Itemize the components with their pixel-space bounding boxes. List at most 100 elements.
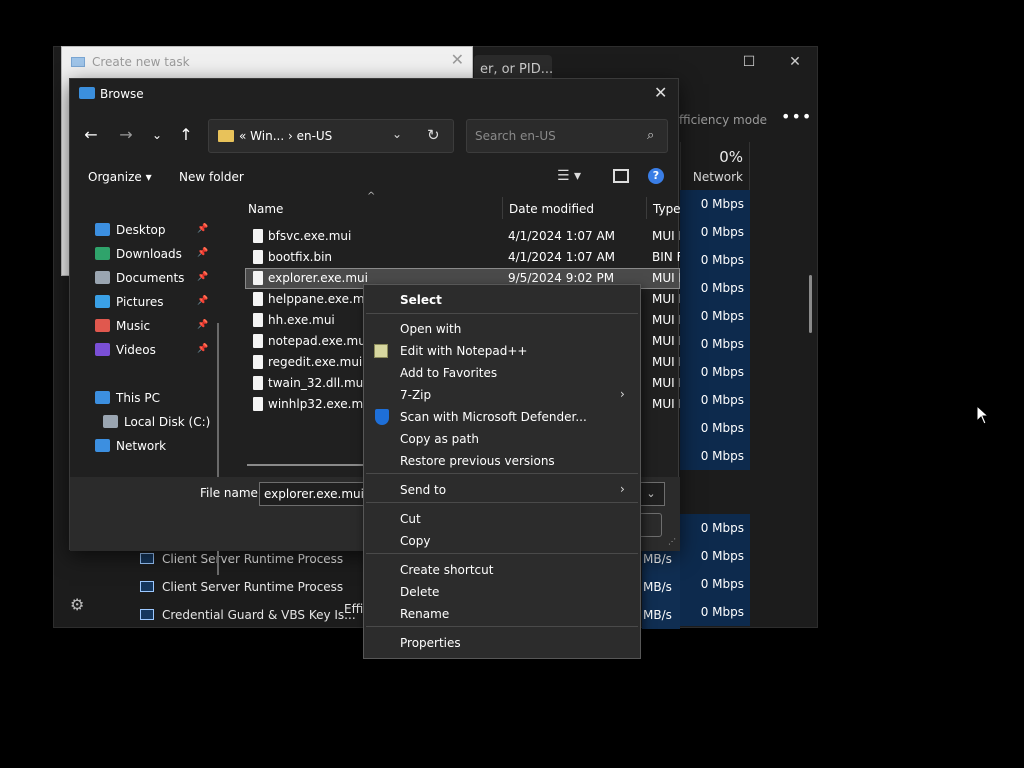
network-value-cell: 0 Mbps — [680, 386, 750, 414]
nav-item-this-pc[interactable]: This PC — [95, 387, 160, 409]
notepad-plus-plus-icon — [374, 344, 388, 358]
refresh-icon[interactable]: ↻ — [427, 126, 440, 144]
menu-item-create-shortcut[interactable]: Create shortcut — [400, 559, 493, 581]
organize-button[interactable]: Organize ▾ — [88, 170, 152, 184]
column-header-name[interactable]: Name — [248, 202, 283, 216]
file-type: MUI F — [652, 376, 680, 390]
settings-gear-icon[interactable]: ⚙ — [70, 595, 84, 614]
file-type: MUI F — [652, 313, 680, 327]
file-date-modified: 4/1/2024 1:07 AM — [508, 229, 616, 243]
back-arrow-icon[interactable]: ← — [81, 126, 101, 144]
column-divider[interactable] — [502, 197, 503, 219]
videos-icon — [95, 343, 110, 356]
menu-item-properties[interactable]: Properties — [400, 632, 461, 654]
preview-pane-icon[interactable] — [613, 169, 629, 183]
menu-item-copy[interactable]: Copy — [400, 530, 430, 552]
menu-item-select[interactable]: Select — [400, 289, 442, 311]
browse-window-icon — [79, 87, 95, 99]
nav-item-label: Network — [116, 439, 167, 453]
documents-icon — [95, 271, 110, 284]
menu-item-cut[interactable]: Cut — [400, 508, 421, 530]
network-column-header[interactable]: 0% Network — [680, 142, 750, 190]
column-header-type[interactable]: Type — [653, 202, 681, 216]
process-row[interactable]: Credential Guard & VBS Key Is... — [140, 601, 356, 629]
nav-item-videos[interactable]: Videos — [95, 339, 156, 361]
pictures-icon — [95, 295, 110, 308]
resize-grip-icon[interactable]: ⋰ — [668, 537, 676, 546]
menu-item-open-with[interactable]: Open with — [400, 318, 461, 340]
address-breadcrumb[interactable]: Win... › en-US — [250, 129, 332, 143]
network-value-cell: 0 Mbps — [680, 514, 750, 542]
nav-item-local-disk-c[interactable]: Local Disk (C:) — [103, 411, 210, 433]
address-bar[interactable]: « Win... › en-US ⌄ ↻ — [208, 119, 454, 153]
nav-item-music[interactable]: Music — [95, 315, 150, 337]
file-row[interactable]: bfsvc.exe.mui 4/1/2024 1:07 AM MUI F — [245, 226, 680, 247]
file-icon — [253, 271, 263, 285]
file-date-modified: 4/1/2024 1:07 AM — [508, 250, 616, 264]
close-icon[interactable]: ✕ — [654, 83, 667, 102]
pin-icon[interactable]: 📌 — [197, 224, 208, 234]
menu-item-send-to[interactable]: Send to — [400, 479, 446, 501]
process-icon — [140, 553, 154, 564]
close-icon[interactable]: ✕ — [780, 53, 810, 71]
horizontal-scrollbar[interactable] — [247, 464, 365, 466]
process-row[interactable]: Client Server Runtime Process — [140, 573, 343, 601]
address-path[interactable]: « Win... › en-US — [239, 129, 332, 143]
menu-item-7-zip[interactable]: 7-Zip — [400, 384, 431, 406]
column-divider[interactable] — [646, 197, 647, 219]
help-icon[interactable]: ? — [648, 168, 664, 184]
network-value-cell: 0 Mbps — [680, 274, 750, 302]
menu-item-copy-as-path[interactable]: Copy as path — [400, 428, 479, 450]
command-bar: Organize ▾ New folder ☰ ▾ ? — [70, 165, 680, 193]
pin-icon[interactable]: 📌 — [197, 248, 208, 258]
menu-item-restore-previous-versions[interactable]: Restore previous versions — [400, 450, 555, 472]
nav-item-desktop[interactable]: Desktop — [95, 219, 166, 241]
nav-item-pictures[interactable]: Pictures — [95, 291, 164, 313]
network-value-cell: 0 Mbps — [680, 302, 750, 330]
change-view-icon[interactable]: ☰ ▾ — [557, 168, 581, 184]
menu-item-rename[interactable]: Rename — [400, 603, 449, 625]
file-name: helppane.exe.mui — [268, 292, 376, 306]
nav-item-label: Desktop — [116, 223, 166, 237]
search-box[interactable]: Search en-US ⌕ — [466, 119, 668, 153]
column-header-date-modified[interactable]: Date modified — [509, 202, 594, 216]
address-dropdown-chevron-icon[interactable]: ⌄ — [392, 127, 402, 141]
address-overflow-chevron[interactable]: « — [239, 129, 246, 143]
process-icon — [140, 581, 154, 592]
menu-item-add-to-favorites[interactable]: Add to Favorites — [400, 362, 497, 384]
process-name: Credential Guard & VBS Key Is... — [162, 608, 356, 622]
new-folder-button[interactable]: New folder — [179, 170, 244, 184]
menu-item-delete[interactable]: Delete — [400, 581, 439, 603]
network-value-cell: 0 Mbps — [680, 414, 750, 442]
nav-item-downloads[interactable]: Downloads — [95, 243, 182, 265]
search-input[interactable]: Search en-US — [475, 129, 556, 143]
efficiency-mode-button[interactable]: fficiency mode — [679, 113, 767, 127]
network-label: Network — [692, 170, 743, 184]
file-name-dropdown-chevron-icon[interactable]: ⌄ — [639, 483, 663, 505]
forward-arrow-icon[interactable]: → — [116, 126, 136, 144]
process-name: Client Server Runtime Process — [162, 552, 344, 566]
context-menu: Select Open with Edit with Notepad++ Add to… — [363, 284, 641, 659]
task-manager-scrollbar[interactable] — [809, 275, 812, 333]
process-icon — [140, 609, 154, 620]
recent-locations-chevron-icon[interactable]: ⌄ — [147, 126, 167, 144]
nav-item-label: Pictures — [116, 295, 164, 309]
pin-icon[interactable]: 📌 — [197, 344, 208, 354]
up-arrow-icon[interactable]: ↑ — [176, 126, 196, 144]
menu-item-edit-with-notepad[interactable]: Edit with Notepad++ — [400, 340, 527, 362]
close-icon[interactable]: ✕ — [451, 50, 464, 69]
pin-icon[interactable]: 📌 — [197, 272, 208, 282]
file-row[interactable]: bootfix.bin 4/1/2024 1:07 AM BIN F — [245, 247, 680, 268]
pin-icon[interactable]: 📌 — [197, 320, 208, 330]
nav-item-documents[interactable]: Documents — [95, 267, 184, 289]
file-name: winhlp32.exe.mui — [268, 397, 375, 411]
file-type: BIN F — [652, 250, 680, 264]
desktop-icon — [95, 223, 110, 236]
maximize-icon[interactable]: ☐ — [734, 53, 764, 71]
menu-item-scan-with-microsoft-defender[interactable]: Scan with Microsoft Defender... — [400, 406, 587, 428]
pin-icon[interactable]: 📌 — [197, 296, 208, 306]
more-options-button[interactable]: ••• — [781, 107, 812, 126]
file-icon — [253, 397, 263, 411]
file-icon — [253, 313, 263, 327]
nav-item-network[interactable]: Network — [95, 435, 166, 457]
